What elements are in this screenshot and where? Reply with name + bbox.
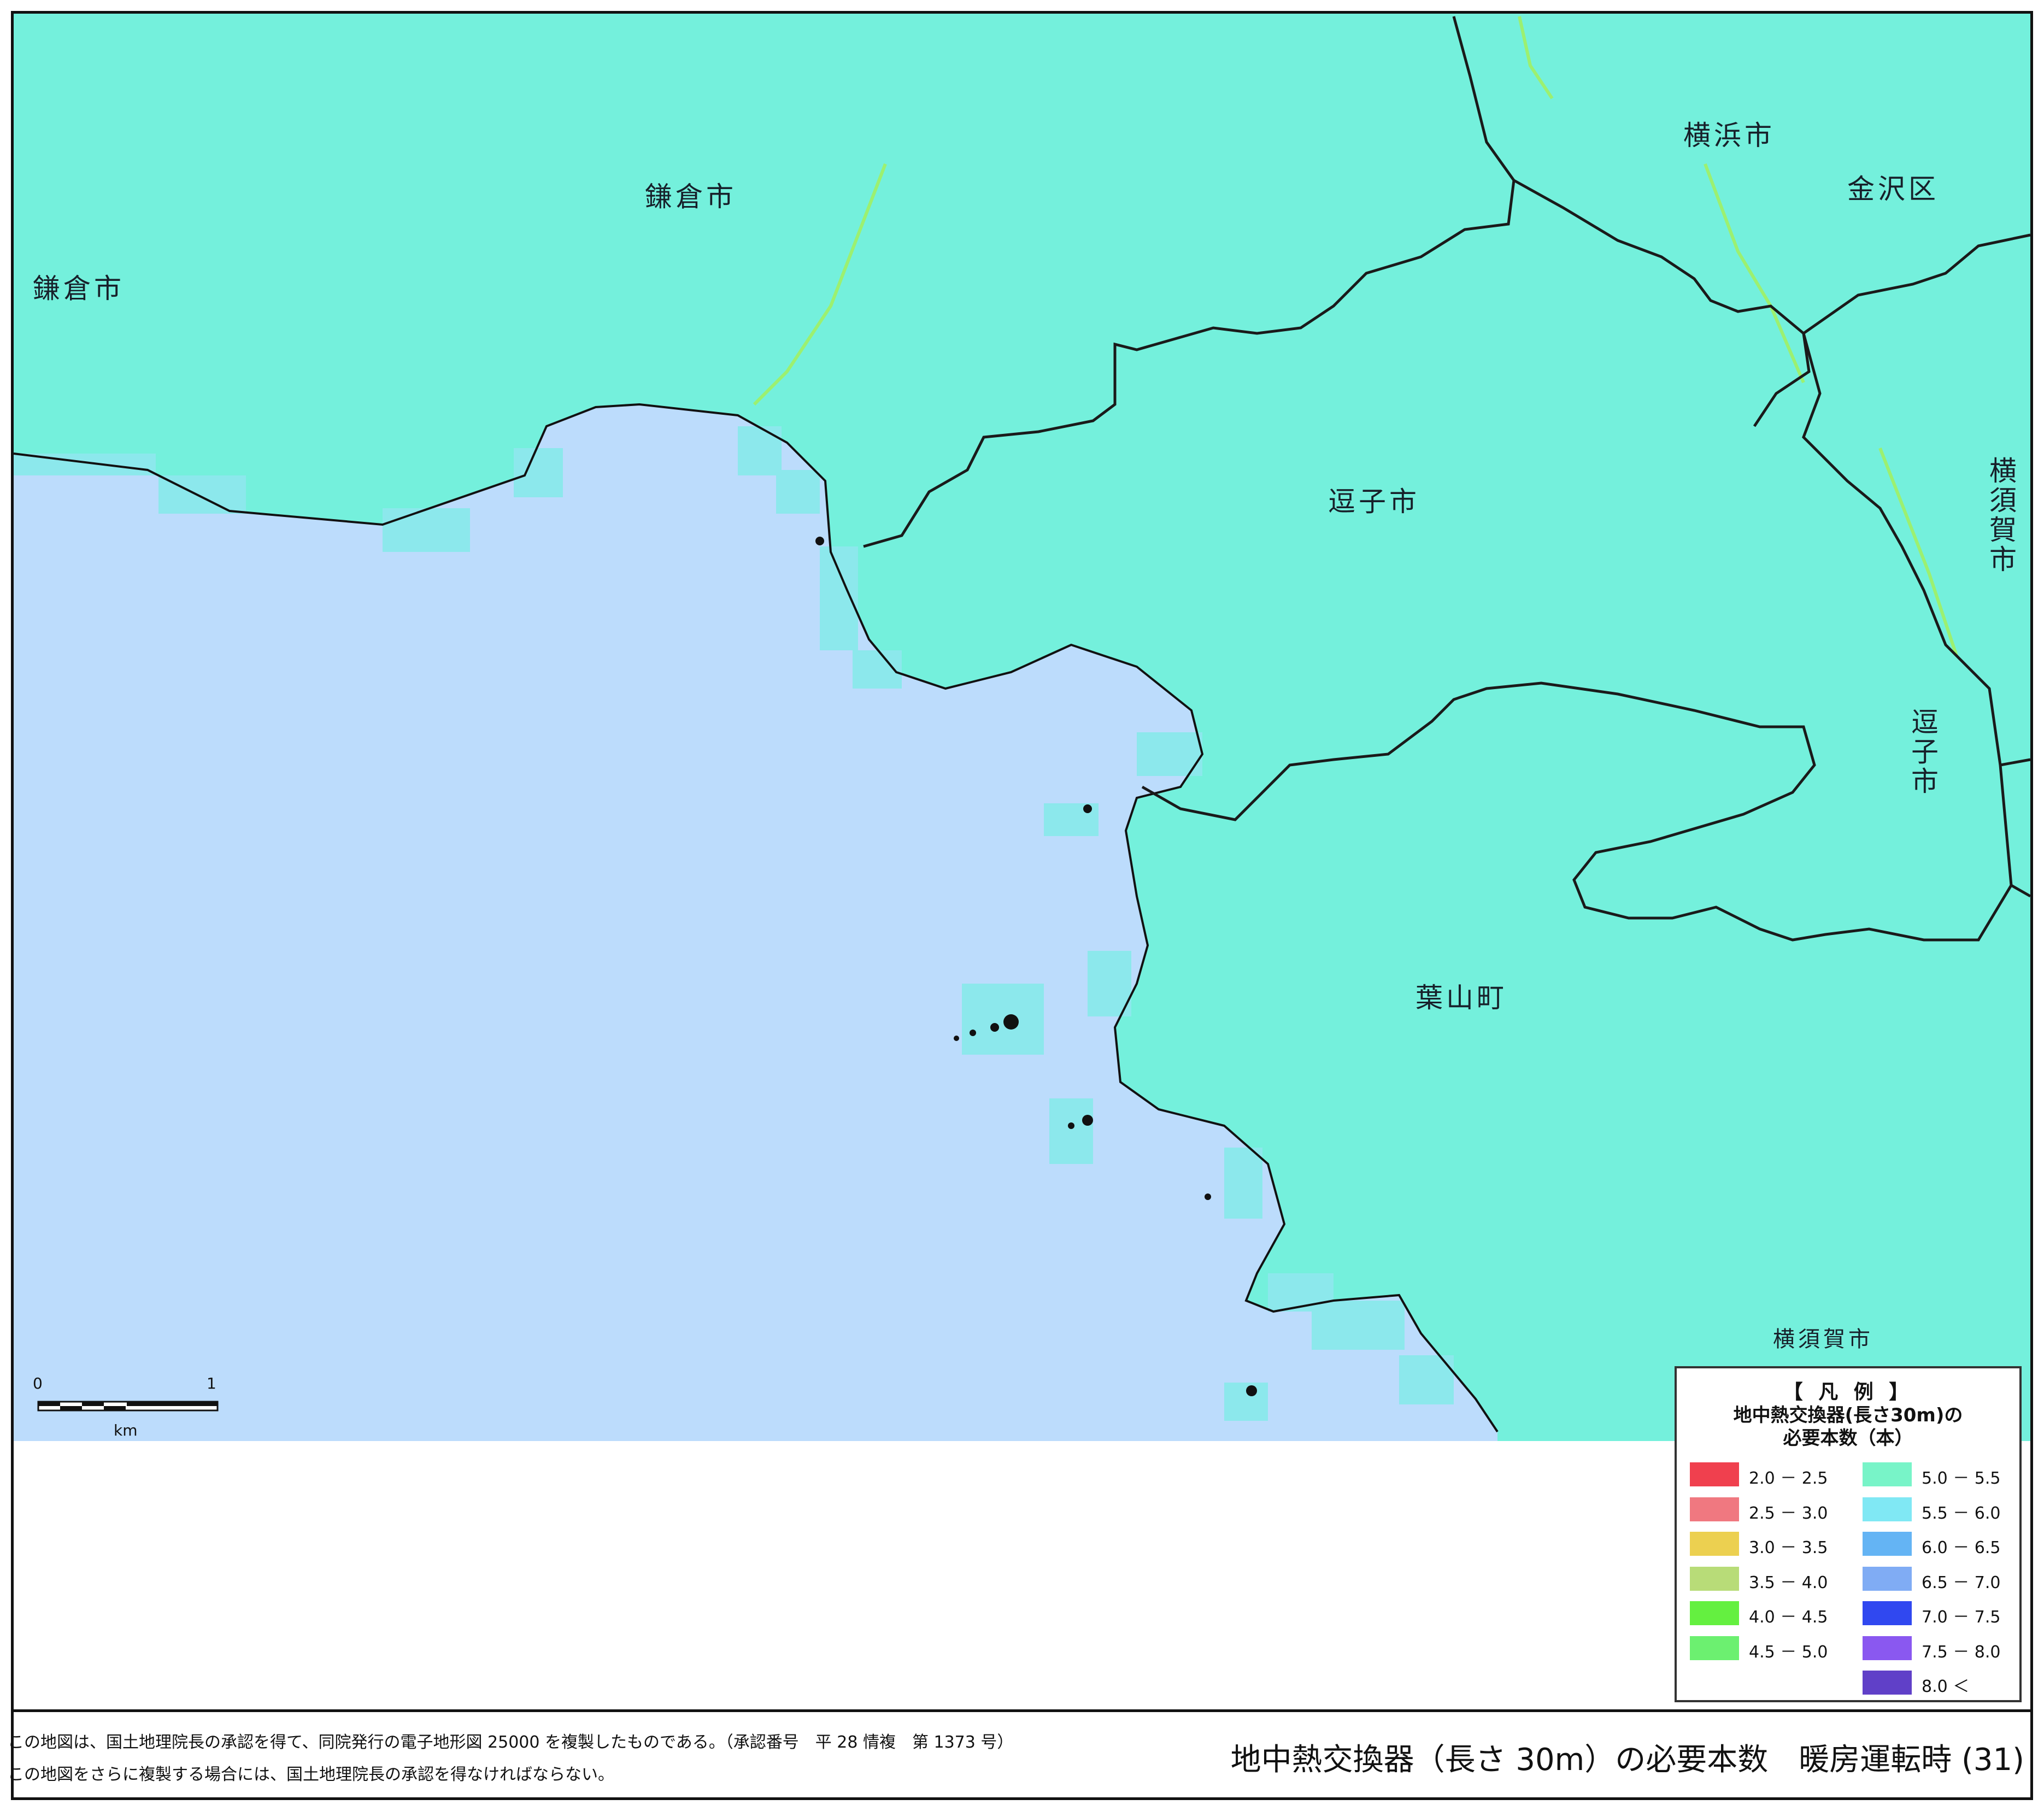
legend-swatch [1863,1462,1912,1486]
footer-divider [11,1709,2033,1712]
place-kamakura-city-2: 鎌倉市 [33,273,125,304]
legend-item: 6.0 － 6.5 [1863,1532,2027,1557]
copyright-note-2: この地図をさらに複製する場合には、国土地理院長の承認を得なければならない。 [8,1765,614,1784]
legend-label: 4.5 － 5.0 [1749,1642,1828,1662]
place-zushi-city-1: 逗子市 [1328,486,1420,518]
legend-swatch [1863,1601,1912,1625]
legend-label: 6.0 － 6.5 [1922,1538,2001,1557]
legend-item: 4.0 － 4.5 [1690,1601,1854,1627]
legend-swatch [1863,1497,1912,1521]
map-title: 地中熱交換器（長さ 30m）の必要本数 暖房運転時 (31) [1230,1742,2024,1778]
legend-label: 7.0 － 7.5 [1922,1608,2001,1627]
legend-label: 8.0 ＜ [1922,1677,1970,1696]
legend-swatch [1863,1532,1912,1556]
copyright-note-1: この地図は、国土地理院長の承認を得て、同院発行の電子地形図 25000 を複製し… [8,1733,1014,1752]
legend-label: 7.5 － 8.0 [1922,1642,2001,1662]
scale-unit-label: km [114,1421,138,1439]
legend-subtitle-2: 必要本数（本） [1783,1427,1913,1449]
legend-swatch [1863,1566,1912,1591]
legend-label: 4.0 － 4.5 [1749,1608,1828,1627]
legend-item: 7.0 － 7.5 [1863,1601,2027,1627]
legend-label: 2.0 － 2.5 [1749,1469,1828,1488]
legend-swatch [1690,1566,1739,1591]
legend-item: 3.0 － 3.5 [1690,1532,1854,1557]
scale-zero-label: 0 [33,1374,43,1392]
legend: 【 凡 例 】 地中熱交換器(長さ30m)の 必要本数（本） 2.0 － 2.5… [1675,1366,2022,1702]
place-kanazawa-ward: 金沢区 [1847,173,1939,205]
legend-item: 7.5 － 8.0 [1863,1636,2027,1662]
legend-label: 5.0 － 5.5 [1922,1469,2001,1488]
legend-item: 2.0 － 2.5 [1690,1462,1854,1488]
scale-one-label: 1 [207,1374,216,1392]
scale-bar: 0 1 km [33,1374,230,1440]
legend-swatch [1690,1497,1739,1521]
legend-swatch [1863,1636,1912,1660]
legend-item: 5.0 － 5.5 [1863,1462,2027,1488]
map-canvas [13,14,2031,1441]
legend-item: 4.5 － 5.0 [1690,1636,1854,1662]
legend-label: 3.5 － 4.0 [1749,1573,1828,1592]
place-yokosuka-city-2: 横須賀市 [1773,1327,1873,1352]
legend-label: 6.5 － 7.0 [1922,1573,2001,1592]
legend-item: 8.0 ＜ [1863,1671,2027,1696]
legend-item: 6.5 － 7.0 [1863,1566,2027,1592]
scale-bar-graphic [37,1401,219,1412]
legend-item: 3.5 － 4.0 [1690,1566,1854,1592]
legend-swatch [1690,1462,1739,1486]
place-hayama-town: 葉山町 [1415,982,1507,1014]
legend-swatch [1690,1601,1739,1625]
legend-item: 2.5 － 3.0 [1690,1497,1854,1523]
place-kamakura-city-1: 鎌倉市 [645,181,737,213]
place-zushi-city-2: 逗子市 [1907,708,1939,796]
legend-label: 5.5 － 6.0 [1922,1503,2001,1523]
place-yokosuka-city-1: 横須賀市 [1985,456,2017,574]
legend-label: 2.5 － 3.0 [1749,1503,1828,1523]
legend-swatch [1690,1636,1739,1660]
place-yokohama-city: 横浜市 [1683,120,1775,151]
legend-swatch [1690,1532,1739,1556]
legend-item: 5.5 － 6.0 [1863,1497,2027,1523]
legend-label: 3.0 － 3.5 [1749,1538,1828,1557]
legend-swatch [1863,1671,1912,1695]
